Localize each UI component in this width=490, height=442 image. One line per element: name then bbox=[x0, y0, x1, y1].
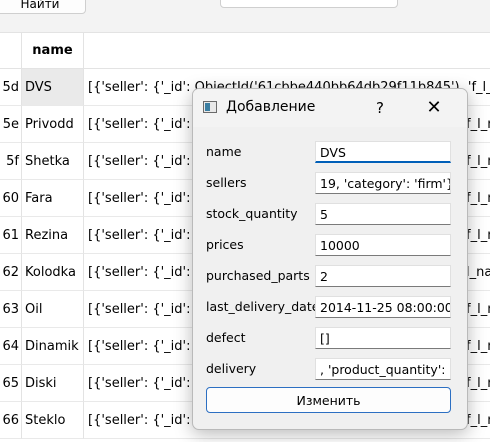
cell-name[interactable]: Privodd bbox=[22, 106, 84, 143]
field-label-name: name bbox=[206, 144, 242, 159]
submit-button[interactable]: Изменить bbox=[206, 387, 451, 413]
cell-name[interactable]: Kolodka bbox=[22, 254, 84, 291]
cell-overflow: f_l_n bbox=[466, 339, 490, 354]
close-icon[interactable]: ✕ bbox=[421, 96, 447, 120]
table-corner bbox=[0, 33, 22, 69]
field-label-purchased-parts: purchased_parts bbox=[206, 268, 310, 283]
row-number: 63 bbox=[0, 291, 22, 328]
cell-overflow: f_l_n bbox=[466, 376, 490, 391]
defect-input[interactable]: [] bbox=[315, 327, 451, 349]
row-number: 64 bbox=[0, 328, 22, 365]
find-button[interactable]: Найти bbox=[0, 0, 86, 14]
cell-name[interactable]: Shetka bbox=[22, 143, 84, 180]
row-number: 62 bbox=[0, 254, 22, 291]
dialog-titlebar[interactable]: Добавление ? ✕ bbox=[193, 89, 467, 127]
dialog-title: Добавление bbox=[226, 99, 316, 115]
field-label-stock-quantity: stock_quantity bbox=[206, 206, 298, 221]
cell-name[interactable]: Dinamik bbox=[22, 328, 84, 365]
row-number: 65 bbox=[0, 365, 22, 402]
cell-name[interactable]: Steklo bbox=[22, 402, 84, 439]
stock-quantity-input[interactable]: 5 bbox=[315, 203, 451, 225]
row-number: 5d bbox=[0, 69, 22, 106]
cell-name[interactable]: Diski bbox=[22, 365, 84, 402]
field-label-sellers: sellers bbox=[206, 175, 247, 190]
field-label-prices: prices bbox=[206, 237, 244, 252]
row-number: 61 bbox=[0, 217, 22, 254]
cell-overflow: f_l_n bbox=[466, 302, 490, 317]
cell-overflow: f_l_n bbox=[466, 154, 490, 169]
field-label-defect: defect bbox=[206, 330, 246, 345]
cell-overflow: f_l_n bbox=[466, 117, 490, 132]
sellers-input[interactable]: 19, 'category': 'firm'}}] bbox=[315, 172, 451, 194]
column-header-name[interactable]: name bbox=[22, 33, 84, 69]
field-label-delivery: delivery bbox=[206, 361, 257, 376]
row-number: 5e bbox=[0, 106, 22, 143]
toolbar: Найти bbox=[0, 0, 490, 33]
cell-name[interactable]: Rezina bbox=[22, 217, 84, 254]
help-button[interactable]: ? bbox=[369, 97, 391, 119]
cell-overflow: f_l_n bbox=[466, 228, 490, 243]
app-window-icon bbox=[203, 101, 217, 113]
add-dialog: Добавление ? ✕ name DVS sellers 19, 'cat… bbox=[192, 88, 468, 430]
last-delivery-date-input[interactable]: 2014-11-25 08:00:00 bbox=[315, 296, 451, 318]
row-number: 66 bbox=[0, 402, 22, 439]
cell-name[interactable]: Fara bbox=[22, 180, 84, 217]
cell-overflow: f_l_n bbox=[466, 191, 490, 206]
search-input[interactable] bbox=[220, 0, 398, 8]
row-number: 60 bbox=[0, 180, 22, 217]
purchased-parts-input[interactable]: 2 bbox=[315, 265, 451, 287]
name-input[interactable]: DVS bbox=[315, 141, 451, 163]
cell-overflow: f_l_n bbox=[466, 413, 490, 428]
row-number: 5f bbox=[0, 143, 22, 180]
column-header-sellers[interactable] bbox=[84, 33, 490, 69]
cell-name[interactable]: DVS bbox=[22, 69, 84, 106]
prices-input[interactable]: 10000 bbox=[315, 234, 451, 256]
delivery-input[interactable]: , 'product_quantity': 5}] bbox=[315, 358, 451, 380]
field-label-last-delivery-date: last_delivery_date bbox=[206, 299, 320, 314]
cell-name[interactable]: Oil bbox=[22, 291, 84, 328]
cell-overflow: l_na bbox=[466, 265, 490, 280]
